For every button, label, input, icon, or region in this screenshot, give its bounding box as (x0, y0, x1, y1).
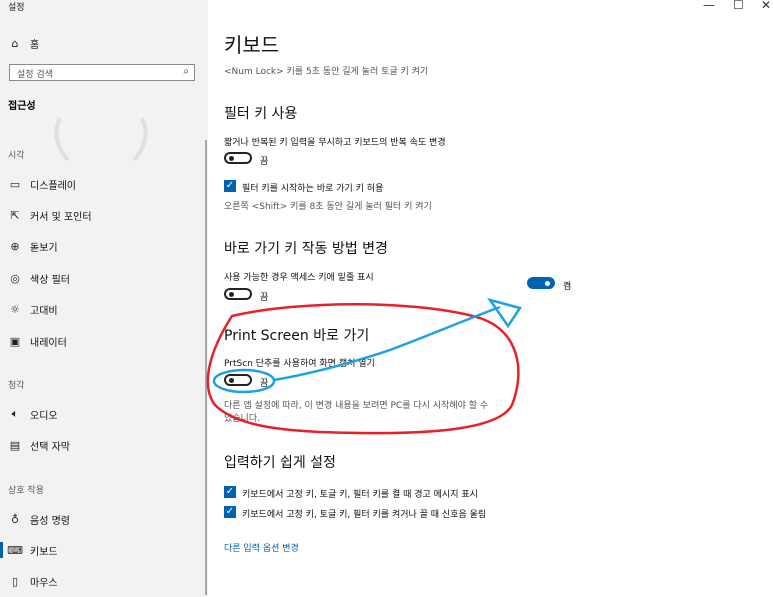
sidebar-item-label: 디스플레이 (30, 180, 76, 192)
shortcut-keys-heading: 바로 가기 키 작동 방법 변경 (224, 241, 388, 257)
filter-keys-toggle[interactable] (224, 152, 252, 164)
annotation-toggle-on (527, 277, 555, 289)
sidebar-item-label: 돋보기 (30, 242, 58, 254)
app-title: 설정 (8, 3, 25, 13)
sidebar-item-label: 선택 자막 (30, 441, 70, 453)
beep-checkbox[interactable]: ✓ (224, 506, 236, 518)
section-interaction: 상호 작용 (8, 486, 44, 496)
sidebar-item-label: 키보드 (30, 546, 58, 558)
sidebar-scrollbar[interactable] (205, 140, 207, 595)
sidebar-item-home[interactable]: ⌂ 홈 (8, 33, 40, 53)
home-icon: ⌂ (11, 36, 19, 50)
toggle-knob (229, 378, 234, 383)
filter-keys-heading: 필터 키 사용 (224, 106, 298, 122)
sidebar-item-high-contrast[interactable]: ☼ 고대비 (8, 299, 58, 319)
print-screen-note-line1: 다른 앱 설정에 따라, 이 변경 내용을 보려면 PC를 다시 시작해야 할 … (224, 401, 489, 411)
annotation-toggle-state: 켬 (563, 282, 572, 292)
print-screen-toggle-state: 끔 (260, 379, 269, 389)
selected-indicator (0, 542, 3, 558)
sidebar-item-mouse[interactable]: ▯ 마우스 (8, 571, 58, 591)
filter-shift-text: 오른쪽 <Shift> 키를 8초 동안 길게 눌러 필터 키 켜기 (224, 202, 432, 212)
watermark-laurel (54, 117, 148, 162)
category-title: 접근성 (8, 101, 36, 112)
minimize-icon[interactable]: — (703, 0, 715, 12)
filter-shortcut-label: 필터 키를 시작하는 바로 가기 키 허용 (242, 184, 384, 194)
sidebar-item-label: 고대비 (30, 305, 58, 317)
toggle-knob (229, 292, 234, 297)
sidebar-item-magnifier[interactable]: ⊕ 돋보기 (8, 236, 58, 256)
print-screen-heading: Print Screen 바로 가기 (224, 328, 370, 344)
palette-icon: ◎ (10, 271, 20, 285)
shortcut-keys-description: 사용 가능한 경우 액세스 키에 밑줄 표시 (224, 273, 374, 283)
search-placeholder: 설정 검색 (17, 70, 53, 80)
access-key-underline-toggle[interactable] (224, 288, 252, 300)
sidebar-item-label: 마우스 (30, 577, 58, 589)
captions-icon: ▤ (9, 438, 21, 452)
sidebar-item-keyboard[interactable]: ⌨ 키보드 (7, 540, 58, 560)
microphone-icon: ♁ (10, 512, 20, 526)
filter-keys-toggle-state: 끔 (260, 157, 269, 167)
sidebar-item-audio[interactable]: 🔈︎ 오디오 (8, 404, 58, 424)
beep-label: 키보드에서 고정 키, 토글 키, 필터 키를 켜거나 끌 때 신호음 울림 (242, 510, 487, 520)
filter-shortcut-checkbox[interactable]: ✓ (224, 180, 236, 192)
sidebar-item-label: 오디오 (30, 410, 58, 422)
keyboard-icon: ⌨ (7, 543, 23, 557)
warning-message-label: 키보드에서 고정 키, 토글 키, 필터 키를 켤 때 경고 메시지 표시 (242, 490, 478, 500)
sidebar-item-label: 음성 명령 (30, 515, 70, 527)
print-screen-description: PrtScn 단추를 사용하여 화면 캡처 열기 (224, 359, 375, 369)
narrator-icon: ▣ (9, 334, 21, 348)
sidebar-item-label: 내레이터 (30, 337, 67, 349)
sun-icon: ☼ (10, 302, 20, 316)
filter-keys-description: 짧거나 반복된 키 입력을 무시하고 키보드의 반복 속도 변경 (224, 138, 446, 148)
sidebar-item-narrator[interactable]: ▣ 내레이터 (8, 331, 67, 351)
speaker-icon: 🔈︎ (11, 407, 19, 420)
numlock-text: <Num Lock> 키를 5초 동안 길게 눌러 토글 키 켜기 (224, 67, 429, 77)
sidebar-item-color-filter[interactable]: ◎ 색상 필터 (8, 268, 70, 288)
print-screen-note-line2: 있습니다. (224, 414, 260, 424)
monitor-icon: ▭ (9, 177, 21, 191)
sidebar: 설정 ⌂ 홈 설정 검색 ⌕ 접근성 시각 ▭ 디스플레이 ⇱ 커서 및 포인터… (0, 0, 208, 597)
sidebar-item-display[interactable]: ▭ 디스플레이 (8, 174, 76, 194)
ease-typing-heading: 입력하기 쉽게 설정 (224, 455, 336, 471)
sidebar-item-cursor[interactable]: ⇱ 커서 및 포인터 (8, 205, 92, 225)
search-input[interactable]: 설정 검색 ⌕ (9, 64, 195, 81)
toggle-knob (545, 281, 550, 286)
section-hearing: 청각 (8, 381, 25, 391)
warning-message-checkbox[interactable]: ✓ (224, 486, 236, 498)
sidebar-item-label: 커서 및 포인터 (30, 211, 92, 223)
mouse-icon: ▯ (11, 574, 19, 588)
magnifier-icon: ⊕ (10, 239, 20, 253)
cursor-icon: ⇱ (10, 208, 20, 222)
print-screen-toggle[interactable] (224, 374, 252, 386)
search-icon[interactable]: ⌕ (183, 66, 189, 77)
watermark (46, 112, 156, 167)
blue-arrow-head-annotation (487, 297, 523, 329)
page-title: 키보드 (224, 33, 280, 57)
sidebar-item-captions[interactable]: ▤ 선택 자막 (8, 435, 70, 455)
sidebar-item-speech[interactable]: ♁ 음성 명령 (8, 509, 70, 529)
close-icon[interactable]: ✕ (761, 0, 771, 12)
access-key-toggle-state: 끔 (260, 293, 269, 303)
sidebar-item-label: 홈 (30, 39, 40, 51)
toggle-knob (229, 156, 234, 161)
maximize-icon[interactable]: ☐ (733, 0, 744, 12)
other-input-options-link[interactable]: 다른 입력 옵션 변경 (224, 541, 299, 554)
sidebar-item-label: 색상 필터 (30, 274, 70, 286)
section-vision: 시각 (8, 151, 25, 161)
